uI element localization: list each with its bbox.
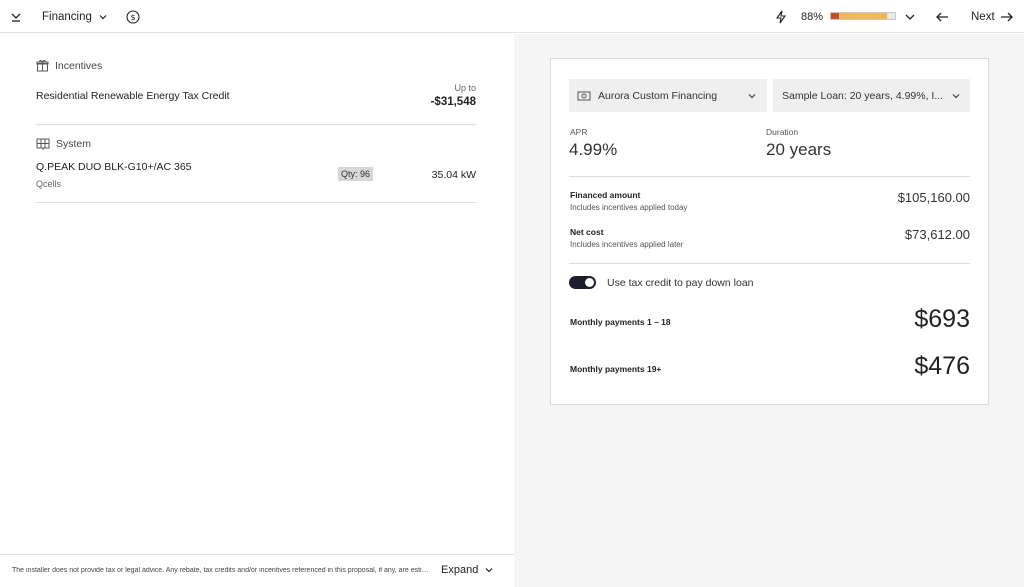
financed-amount-label: Financed amount (570, 190, 641, 200)
arrow-left-icon (935, 11, 949, 23)
solar-panel-icon (36, 138, 50, 150)
chevron-down-icon (484, 565, 494, 575)
loan-select[interactable]: Sample Loan: 20 years, 4.99%, I... (773, 79, 970, 112)
module-name: Q.PEAK DUO BLK-G10+/AC 365 (36, 161, 192, 173)
incentives-heading-label: Incentives (55, 59, 103, 72)
tax-credit-toggle[interactable] (569, 276, 596, 289)
progress-percent: 88% (801, 10, 824, 23)
chevron-down-icon (98, 12, 108, 22)
chevron-down-icon (747, 91, 757, 101)
module-manufacturer: Qcells (36, 179, 62, 189)
summary-pane: Incentives Residential Renewable Energy … (0, 34, 514, 587)
net-cost-sub: Includes incentives applied later (570, 240, 684, 249)
financed-amount-sub: Includes incentives applied today (570, 203, 688, 212)
progress-fill (831, 13, 888, 19)
chevron-down-icon (951, 91, 961, 101)
monthly-payments-1-value: $693 (914, 305, 970, 333)
chevron-down-line-icon (10, 11, 22, 23)
provider-value: Aurora Custom Financing (598, 89, 718, 102)
disclaimer-footer: The installer does not provide tax or le… (0, 554, 514, 587)
money-icon (577, 90, 591, 102)
monthly-payments-2-value: $476 (914, 352, 970, 380)
duration-value: 20 years (766, 140, 832, 159)
next-label: Next (971, 10, 995, 23)
expand-button[interactable]: Expand (441, 564, 494, 576)
quantity-badge: Qty: 96 (338, 167, 374, 181)
next-button[interactable]: Next (971, 0, 1014, 33)
monthly-payments-2-label: Monthly payments 19+ (570, 364, 662, 374)
gift-icon (36, 59, 49, 72)
svg-text:$: $ (130, 13, 135, 22)
net-cost-value: $73,612.00 (904, 227, 970, 242)
apr-value: 4.99% (569, 140, 618, 159)
incentive-amount: -$31,548 (430, 96, 476, 108)
energy-button[interactable] (775, 0, 787, 33)
apr-label: APR (570, 127, 588, 137)
duration-label: Duration (766, 127, 799, 137)
financing-pane: Aurora Custom Financing Sample Loan: 20 … (514, 34, 1024, 587)
expand-label: Expand (441, 564, 479, 576)
divider (569, 263, 970, 264)
currency-button[interactable]: $ (126, 0, 140, 33)
financing-card: Aurora Custom Financing Sample Loan: 20 … (550, 58, 989, 405)
system-heading: System (36, 138, 91, 150)
divider (36, 202, 476, 203)
lightning-icon (775, 10, 787, 24)
monthly-payments-1-label: Monthly payments 1 – 18 (570, 317, 671, 327)
up-to-label: Up to (454, 83, 476, 93)
back-button[interactable] (935, 0, 949, 33)
arrow-right-icon (1000, 11, 1014, 23)
divider (36, 124, 476, 125)
financing-provider-select[interactable]: Aurora Custom Financing (569, 79, 767, 112)
toggle-knob (585, 278, 594, 287)
collapse-menu-button[interactable] (10, 0, 22, 33)
progress-dropdown-button[interactable] (904, 0, 916, 33)
incentives-heading: Incentives (36, 59, 102, 72)
chevron-down-icon (904, 11, 916, 23)
progress-bar (830, 12, 896, 20)
top-bar: Financing $ 88% Next (0, 0, 1024, 33)
financed-amount-value: $105,160.00 (897, 190, 970, 205)
divider (569, 176, 970, 177)
page-title: Financing (42, 10, 92, 23)
tax-credit-toggle-label: Use tax credit to pay down loan (607, 277, 754, 289)
disclaimer-text: The installer does not provide tax or le… (12, 567, 430, 574)
system-heading-label: System (56, 138, 92, 150)
section-dropdown[interactable]: Financing (42, 0, 108, 33)
system-size: 35.04 kW (431, 169, 476, 181)
dollar-circle-icon: $ (126, 9, 140, 24)
loan-value: Sample Loan: 20 years, 4.99%, I... (782, 89, 944, 102)
incentive-name: Residential Renewable Energy Tax Credit (36, 90, 230, 102)
net-cost-label: Net cost (570, 227, 604, 237)
